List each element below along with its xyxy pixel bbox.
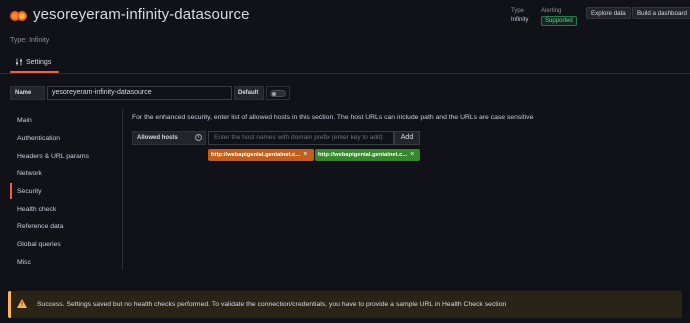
- type-meta-label: Type: [511, 8, 525, 14]
- default-toggle[interactable]: [270, 90, 286, 97]
- sidebar-item-authentication[interactable]: Authentication: [17, 135, 60, 142]
- sidebar-active-indicator: [10, 183, 12, 199]
- sidebar-item-reference-data[interactable]: Reference data: [17, 223, 63, 230]
- remove-tag-icon[interactable]: ×: [410, 149, 414, 161]
- security-description: For the enhanced security, enter list of…: [132, 114, 534, 121]
- allowed-host-tag: http://webapigenial.genialnet.c... ×: [208, 149, 314, 161]
- tab-settings-label: Settings: [26, 58, 52, 66]
- sidebar-item-security[interactable]: Security: [17, 188, 42, 195]
- info-icon[interactable]: i: [195, 134, 202, 141]
- allowed-hosts-input[interactable]: Enter the host names with domain prefix …: [208, 131, 394, 145]
- default-toggle-container: [266, 86, 290, 100]
- sidebar-item-network[interactable]: Network: [17, 170, 42, 177]
- remove-tag-icon[interactable]: ×: [303, 149, 307, 161]
- allowed-hosts-label-text: Allowed hosts: [137, 135, 178, 141]
- name-input[interactable]: yesoreyeram-infinity-datasource: [47, 86, 232, 100]
- type-meta-value: Infinity: [511, 17, 529, 23]
- name-field-label: Name: [10, 86, 45, 100]
- default-field-label: Default: [234, 86, 264, 100]
- allowed-hosts-label: Allowed hosts i: [132, 131, 206, 145]
- alerting-meta: Alerting Supported: [541, 8, 577, 26]
- allowed-host-tag: http://webapigenial.genialnet.c... ×: [315, 149, 420, 161]
- page-title: yesoreyeram-infinity-datasource: [33, 6, 250, 23]
- datasource-logo: [10, 11, 27, 21]
- warning-icon-mark: !: [21, 302, 23, 308]
- sidebar-item-misc[interactable]: Misc: [17, 259, 31, 266]
- sidebar-item-main[interactable]: Main: [17, 117, 32, 124]
- toggle-knob: [272, 92, 276, 96]
- type-meta: Type Infinity: [511, 8, 528, 23]
- sliders-icon: [16, 58, 22, 66]
- sidebar-item-headers-url-params[interactable]: Headers & URL params: [17, 153, 89, 160]
- add-host-button[interactable]: Add: [394, 131, 420, 145]
- sidebar-divider: [122, 109, 123, 270]
- status-badge: Supported: [541, 16, 577, 26]
- alert-message: Success. Settings saved but no health ch…: [37, 301, 507, 308]
- alerting-meta-label: Alerting: [541, 8, 562, 14]
- sidebar-item-health-check[interactable]: Health check: [17, 206, 56, 213]
- explore-data-button[interactable]: Explore data: [586, 7, 631, 19]
- datasource-type: Type: Infinity: [10, 37, 50, 44]
- tab-divider: [0, 73, 690, 74]
- allowed-host-tag-label: http://webapigenial.genialnet.c...: [318, 152, 408, 158]
- build-dashboard-button[interactable]: Build a dashboard: [632, 7, 690, 19]
- allowed-host-tag-label: http://webapigenial.genialnet.c...: [211, 152, 301, 158]
- tab-settings[interactable]: Settings: [15, 58, 51, 66]
- sidebar-item-global-queries[interactable]: Global queries: [17, 241, 61, 248]
